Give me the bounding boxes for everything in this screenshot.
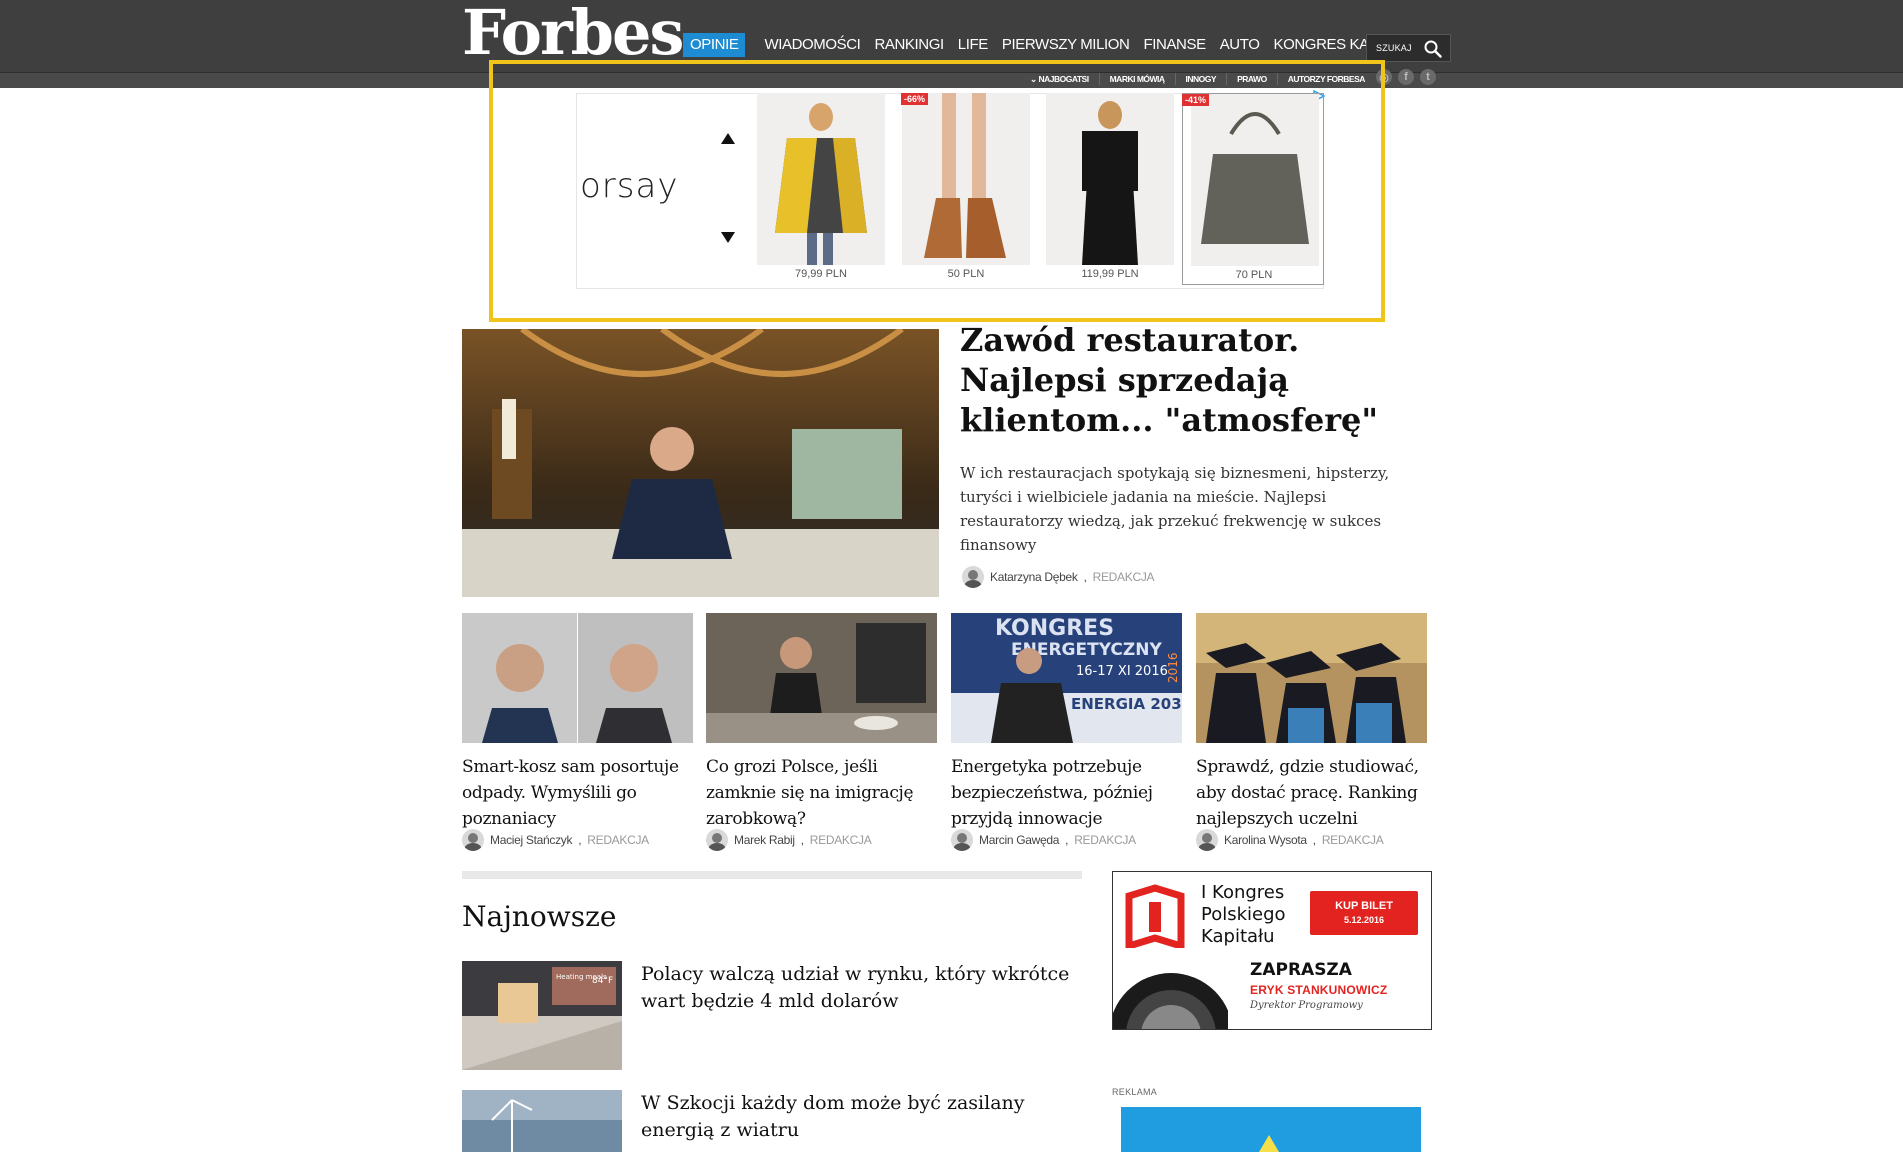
discount-badge: -41% (1182, 94, 1210, 106)
nav-item-wiadomosci[interactable]: WIADOMOŚCI (757, 33, 867, 57)
product-price: 50 PLN (947, 268, 985, 280)
nav-item-life[interactable]: LIFE (951, 33, 995, 57)
author-name[interactable]: Katarzyna Dębek (990, 570, 1078, 584)
banner-date: 16-17 XI 2016 (1076, 664, 1168, 679)
latest-heading: Najnowsze (462, 900, 617, 933)
product-price: 70 PLN (1235, 269, 1273, 281)
card-byline: Maciej Stańczyk, REDAKCJA (462, 829, 649, 851)
nav-item-pierwszy-milion[interactable]: PIERWSZY MILION (995, 33, 1137, 57)
author-name[interactable]: Marcin Gawęda (979, 833, 1059, 847)
author-section[interactable]: REDAKCJA (1093, 570, 1155, 584)
author-name[interactable]: Maciej Stańczyk (490, 833, 573, 847)
kongres-ad[interactable]: I Kongres Polskiego Kapitału KUP BILET 5… (1112, 871, 1432, 1030)
card-byline: Karolina Wysota, REDAKCJA (1196, 829, 1384, 851)
card-byline: Marcin Gawęda, REDAKCJA (951, 829, 1136, 851)
product-image (902, 93, 1030, 265)
banner-tag: ENERGIA 2030 OP (1071, 695, 1182, 713)
author-section[interactable]: REDAKCJA (587, 833, 649, 847)
nav-item-opinie[interactable]: OPINIE (683, 33, 746, 57)
kongres-title: I Kongres Polskiego Kapitału (1201, 882, 1286, 948)
facebook-icon[interactable]: f (1398, 69, 1414, 85)
invites-label: ZAPRASZA (1250, 960, 1352, 980)
article-image: KONGRES ENERGETYCZNY 16-17 XI 2016 ENERG… (951, 613, 1221, 743)
author-section[interactable]: REDAKCJA (1322, 833, 1384, 847)
news-title[interactable]: W Szkocji każdy dom może być zasilany en… (641, 1090, 1081, 1144)
section-divider (462, 871, 1082, 879)
news-thumbnail: Heating meals 84°F (462, 961, 622, 1070)
discount-badge: -66% (901, 93, 929, 105)
ad-scroll-down-icon[interactable] (721, 232, 735, 243)
hero-byline: Katarzyna Dębek, REDAKCJA (962, 566, 1155, 588)
forbes-logo[interactable]: Forbes (462, 0, 684, 66)
product-image (1046, 93, 1174, 265)
nav-item-rankingi[interactable]: RANKINGI (867, 33, 950, 57)
ad-product[interactable]: 119,99 PLN (1046, 93, 1174, 285)
ad-label: REKLAMA (1112, 1087, 1158, 1097)
author-name[interactable]: Marek Rabij (734, 833, 795, 847)
kongres-logo-icon (1125, 884, 1185, 948)
search-icon[interactable] (1424, 40, 1442, 58)
hero-image[interactable] (462, 329, 939, 597)
ad-product[interactable]: 79,99 PLN (757, 93, 885, 285)
avatar (1196, 829, 1218, 851)
ad-brand-logo[interactable]: orsay (580, 166, 678, 206)
article-card[interactable]: Smart-kosz sam posortuje odpady. Wymyśli… (462, 613, 693, 832)
article-image (462, 613, 693, 743)
main-nav: OPINIE WIADOMOŚCI RANKINGI LIFE PIERWSZY… (683, 33, 1425, 57)
thumb-temp: 84°F (592, 976, 613, 986)
banner-year: 2016 (1166, 652, 1180, 683)
article-image (706, 613, 937, 743)
card-byline: Marek Rabij, REDAKCJA (706, 829, 872, 851)
product-image (757, 93, 885, 265)
author-section[interactable]: REDAKCJA (810, 833, 872, 847)
twitter-icon[interactable]: t (1420, 69, 1436, 85)
hero-title[interactable]: Zawód restaurator. Najlepsi sprzedają kl… (960, 320, 1440, 440)
product-price: 79,99 PLN (795, 268, 847, 280)
ad-scroll-up-icon[interactable] (721, 133, 735, 144)
avatar (462, 829, 484, 851)
speaker-role: Dyrektor Programowy (1250, 1000, 1363, 1011)
buy-ticket-button[interactable]: KUP BILET 5.12.2016 (1310, 891, 1418, 935)
sidebar-ad[interactable] (1121, 1107, 1421, 1152)
article-image (1196, 613, 1427, 743)
hero-lead: W ich restauracjach spotykają się biznes… (960, 464, 1390, 554)
product-image (1191, 94, 1319, 266)
kongres-title-line: Polskiego (1201, 904, 1286, 925)
article-title[interactable]: Smart-kosz sam posortuje odpady. Wymyśli… (462, 754, 693, 832)
avatar (706, 829, 728, 851)
article-title[interactable]: Energetyka potrzebuje bezpieczeństwa, pó… (951, 754, 1182, 832)
avatar (962, 566, 984, 588)
article-card[interactable]: KONGRES ENERGETYCZNY 16-17 XI 2016 ENERG… (951, 613, 1221, 832)
ad-product[interactable]: -66% 50 PLN (901, 93, 1030, 285)
social-links: ◎ f t (1376, 69, 1436, 85)
kongres-title-line: Kapitału (1201, 926, 1275, 947)
ad-product[interactable]: -41% 70 PLN (1182, 93, 1324, 285)
article-title[interactable]: Co grozi Polsce, jeśli zamknie się na im… (706, 754, 937, 832)
avatar (951, 829, 973, 851)
news-item[interactable]: Heating meals 84°F Polacy walczą udział … (462, 961, 1082, 1071)
search-box[interactable]: SZUKAJ (1366, 34, 1451, 62)
kongres-title-line: I Kongres (1201, 882, 1285, 903)
buy-ticket-label: KUP BILET (1335, 900, 1393, 912)
search-label: SZUKAJ (1376, 43, 1412, 53)
product-price: 119,99 PLN (1081, 268, 1139, 280)
buy-ticket-date: 5.12.2016 (1343, 915, 1385, 925)
news-item[interactable]: W Szkocji każdy dom może być zasilany en… (462, 1090, 1082, 1152)
nav-item-auto[interactable]: AUTO (1213, 33, 1267, 57)
nav-item-finanse[interactable]: FINANSE (1136, 33, 1212, 57)
author-name[interactable]: Karolina Wysota (1224, 833, 1307, 847)
article-card[interactable]: Sprawdź, gdzie studiować, aby dostać pra… (1196, 613, 1427, 832)
news-title[interactable]: Polacy walczą udział w rynku, który wkró… (641, 961, 1081, 1015)
speaker-photo (1113, 973, 1228, 1029)
article-card[interactable]: Co grozi Polsce, jeśli zamknie się na im… (706, 613, 937, 832)
banner-text: KONGRES (995, 616, 1114, 641)
author-section[interactable]: REDAKCJA (1074, 833, 1136, 847)
speaker-name: ERYK STANKUNOWICZ (1250, 983, 1388, 997)
ad-emblem-icon (1259, 1135, 1279, 1152)
article-title[interactable]: Sprawdź, gdzie studiować, aby dostać pra… (1196, 754, 1427, 832)
news-thumbnail (462, 1090, 622, 1152)
